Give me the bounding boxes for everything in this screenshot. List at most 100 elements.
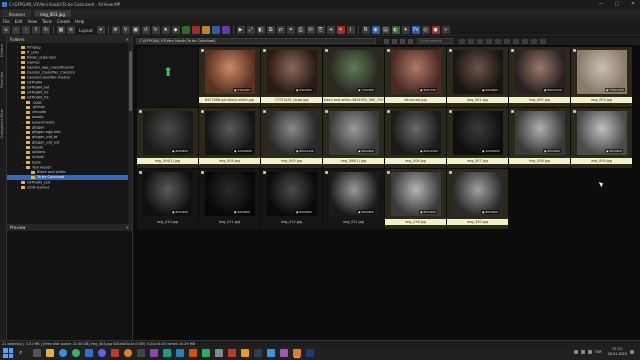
file-explorer-icon[interactable] <box>46 349 54 357</box>
select-checkbox[interactable] <box>201 49 204 52</box>
filter-icon[interactable] <box>384 38 389 44</box>
select-checkbox[interactable] <box>201 110 204 113</box>
nav-settings-icon[interactable] <box>495 38 501 44</box>
spotify-icon[interactable] <box>72 349 80 357</box>
star-icon[interactable]: ★ <box>161 26 170 34</box>
layout-label[interactable]: Layout <box>79 28 93 33</box>
thumbnail-item[interactable]: ▣ 800x800 img_330.jpg <box>447 169 508 229</box>
select-icon[interactable]: ▣ <box>131 26 140 34</box>
chrome-icon[interactable] <box>59 349 67 357</box>
thumbnail-size-icon[interactable] <box>408 38 413 44</box>
side-tab-categories-filter[interactable]: Categories Filter <box>0 98 7 148</box>
external-app-1-icon[interactable]: N <box>361 26 370 34</box>
thumbnail-item[interactable]: ▣ 640x960 77721431_large.jpg <box>261 47 322 107</box>
select-checkbox[interactable] <box>449 171 452 174</box>
thumbnail-item[interactable]: ▣ 600x800 img_001.jpg <box>447 47 508 107</box>
clock[interactable]: 07:11 20.01.2023 <box>608 347 627 356</box>
menu-edit[interactable]: Edit <box>15 19 23 24</box>
print-icon[interactable]: ⎙ <box>296 26 305 34</box>
info-icon[interactable]: i <box>346 26 355 34</box>
thumbnail-item[interactable]: ▣ 600x800 img_012.jpg <box>261 169 322 229</box>
tree-scrollbar-thumb[interactable] <box>128 51 132 111</box>
sort-icon[interactable]: ≡ <box>67 26 75 34</box>
maximize-button[interactable]: ▢ <box>612 1 622 7</box>
select-checkbox[interactable] <box>449 110 452 113</box>
compare-icon[interactable]: ◧ <box>256 26 265 34</box>
thumbnail-item[interactable]: ▣ 600x800 img_008.jpg <box>509 108 570 168</box>
thumbnail-item[interactable]: ▣ 540x640 6472568-girl-black-white.jpg <box>199 47 260 107</box>
view-icon[interactable]: ▦ <box>57 26 65 34</box>
app-gray-icon[interactable] <box>215 349 223 357</box>
volume-icon[interactable] <box>587 349 592 354</box>
language-indicator[interactable]: TUR <box>595 350 602 354</box>
filter-icon[interactable]: ⚲ <box>121 26 130 34</box>
nav-more-icon[interactable] <box>540 38 546 44</box>
home-icon[interactable]: ⌂ <box>2 26 10 34</box>
refresh-icon[interactable]: ↻ <box>42 26 50 34</box>
select-checkbox[interactable] <box>263 49 266 52</box>
app-dark-icon[interactable] <box>254 349 262 357</box>
close-icon[interactable]: ✕ <box>126 224 129 231</box>
select-checkbox[interactable] <box>387 171 390 174</box>
thumbnail-item[interactable]: ▣ 720x480 black-and-white-4824632_960_720 <box>323 47 384 107</box>
thumbnail-item[interactable]: ▣ 600x750 db-mirzai.jpg <box>385 47 446 107</box>
select-checkbox[interactable] <box>263 171 266 174</box>
side-tab-folders[interactable]: Folders <box>0 40 7 62</box>
external-app-5-icon[interactable]: ✦ <box>401 26 410 34</box>
select-checkbox[interactable] <box>263 110 266 113</box>
discord-icon[interactable] <box>98 349 106 357</box>
photoshop-taskbar-icon[interactable] <box>306 349 314 357</box>
photoshop-icon[interactable]: Ps <box>411 26 420 34</box>
path-field[interactable]: C:\GFPGAN_V3\Yeni klasör\To be Colorized… <box>136 38 376 44</box>
folder-tree-item[interactable]: › GOD-Games <box>7 185 132 190</box>
parent-folder-tile[interactable]: ⬆ <box>137 47 198 107</box>
view-mode-icon[interactable] <box>400 38 405 44</box>
menu-create[interactable]: Create <box>57 19 70 24</box>
yellow-label-icon[interactable] <box>201 26 210 34</box>
thumbnail-item[interactable]: ▣ 600x800 img_004(1).jpg <box>137 108 198 168</box>
select-checkbox[interactable] <box>387 110 390 113</box>
select-checkbox[interactable] <box>573 49 576 52</box>
nav-details-icon[interactable] <box>531 38 537 44</box>
app-orange-icon[interactable] <box>189 349 197 357</box>
purple-label-icon[interactable] <box>221 26 230 34</box>
nav-grid-icon[interactable] <box>513 38 519 44</box>
task-view-icon[interactable] <box>33 349 41 357</box>
external-app-6-icon[interactable]: ◎ <box>421 26 430 34</box>
thumbnail-item[interactable]: ▣ 800x1200 img_005.jpg <box>261 108 322 168</box>
select-checkbox[interactable] <box>387 49 390 52</box>
convert-icon[interactable]: ⇄ <box>276 26 285 34</box>
thumbnail-item[interactable]: ▣ 800x600 img_006(1).jpg <box>323 108 384 168</box>
rotate-right-icon[interactable]: ↻ <box>151 26 160 34</box>
nav-back-icon[interactable] <box>459 38 465 44</box>
select-checkbox[interactable] <box>449 49 452 52</box>
start-button[interactable] <box>3 348 13 358</box>
select-checkbox[interactable] <box>139 171 142 174</box>
minimize-button[interactable]: — <box>596 1 606 7</box>
external-app-7-icon[interactable]: ● <box>431 26 440 34</box>
select-checkbox[interactable] <box>325 171 328 174</box>
rotate-left-icon[interactable]: ↺ <box>141 26 150 34</box>
tab-image[interactable]: img_003.jpg <box>34 10 71 17</box>
nav-up-icon[interactable] <box>477 38 483 44</box>
xnview-icon[interactable] <box>293 349 301 357</box>
select-checkbox[interactable] <box>573 110 576 113</box>
blue-label-icon[interactable] <box>211 26 220 34</box>
thumbnail-item[interactable]: ▣ 800x600 img_226.jpg <box>385 169 446 229</box>
select-checkbox[interactable] <box>201 171 204 174</box>
thumbnail-item[interactable]: ▣ 1000x800 img_004.jpg <box>199 108 260 168</box>
app-lightblue-icon[interactable] <box>267 349 275 357</box>
green-label-icon[interactable] <box>181 26 190 34</box>
thumbnail-item[interactable]: ▣ 736x1104 img_003.jpg <box>571 47 632 107</box>
side-tab-favorites[interactable]: Favorites <box>0 66 7 94</box>
red-label-icon[interactable] <box>191 26 200 34</box>
nav-layout-icon[interactable] <box>504 38 510 44</box>
thumbnail-item[interactable]: ▣ 600x800 img_009.jpg <box>571 108 632 168</box>
app-green-icon[interactable] <box>202 349 210 357</box>
sort-icon[interactable] <box>392 38 397 44</box>
select-checkbox[interactable] <box>139 110 142 113</box>
external-app-3-icon[interactable]: ▤ <box>381 26 390 34</box>
app-teal-icon[interactable] <box>163 349 171 357</box>
thumbnail-item[interactable]: ▣ 600x900 img_010.jpg <box>137 169 198 229</box>
delete-icon[interactable]: ✕ <box>336 26 345 34</box>
